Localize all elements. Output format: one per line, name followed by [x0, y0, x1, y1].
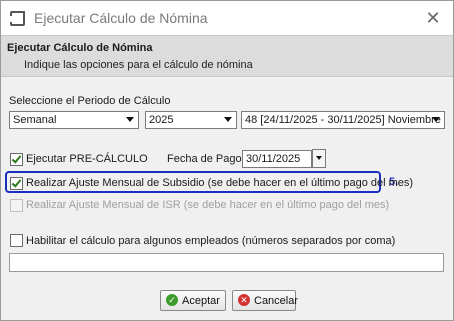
- period-type-value: Semanal: [13, 114, 57, 126]
- payment-date-value: 30/11/2025: [246, 153, 301, 165]
- year-value: 2025: [149, 114, 174, 126]
- subsidy-checkbox[interactable]: [10, 177, 23, 190]
- isr-label: Realizar Ajuste Mensual de ISR (se debe …: [26, 199, 390, 211]
- period-type-select[interactable]: Semanal: [9, 111, 139, 129]
- x-circle-icon: ✕: [238, 294, 250, 306]
- window-title: Ejecutar Cálculo de Nómina: [34, 10, 208, 26]
- subsidy-label: Realizar Ajuste Mensual de Subsidio (se …: [26, 177, 414, 189]
- date-picker-button[interactable]: [312, 149, 326, 168]
- employees-checkbox[interactable]: [10, 234, 23, 247]
- window-icon: [10, 11, 25, 26]
- chevron-down-icon: [224, 117, 232, 122]
- chevron-down-icon: [316, 156, 322, 160]
- chevron-down-icon: [432, 117, 440, 122]
- employees-input[interactable]: [9, 253, 444, 272]
- accept-label: Aceptar: [182, 295, 220, 307]
- precalc-checkbox[interactable]: [10, 153, 23, 166]
- cancel-label: Cancelar: [254, 295, 299, 307]
- header-panel: Ejecutar Cálculo de Nómina Indique las o…: [1, 35, 453, 77]
- cancel-button[interactable]: ✕ Cancelar: [232, 290, 299, 311]
- accept-button[interactable]: ✓ Aceptar: [160, 290, 226, 311]
- header-title: Ejecutar Cálculo de Nómina: [7, 42, 153, 54]
- precalc-label: Ejecutar PRE-CÁLCULO: [26, 153, 148, 165]
- isr-checkbox: [10, 199, 23, 212]
- chevron-down-icon: [126, 117, 134, 122]
- employees-label: Habilitar el cálculo para algunos emplea…: [26, 235, 396, 247]
- header-subtitle: Indique las opciones para el cálculo de …: [24, 59, 253, 71]
- title-bar: Ejecutar Cálculo de Nómina ✕: [1, 1, 453, 35]
- close-icon[interactable]: ✕: [419, 6, 447, 30]
- period-label: Seleccione el Periodo de Cálculo: [9, 95, 171, 107]
- check-circle-icon: ✓: [166, 294, 178, 306]
- payment-date-input[interactable]: 30/11/2025: [242, 150, 312, 168]
- payment-date-label: Fecha de Pago: [167, 153, 242, 165]
- dialog-window: Ejecutar Cálculo de Nómina ✕ Ejecutar Cá…: [0, 0, 454, 321]
- period-value: 48 [24/11/2025 - 30/11/2025] Noviembre: [245, 114, 441, 126]
- year-select[interactable]: 2025: [145, 111, 237, 129]
- period-select[interactable]: 48 [24/11/2025 - 30/11/2025] Noviembre: [241, 111, 445, 129]
